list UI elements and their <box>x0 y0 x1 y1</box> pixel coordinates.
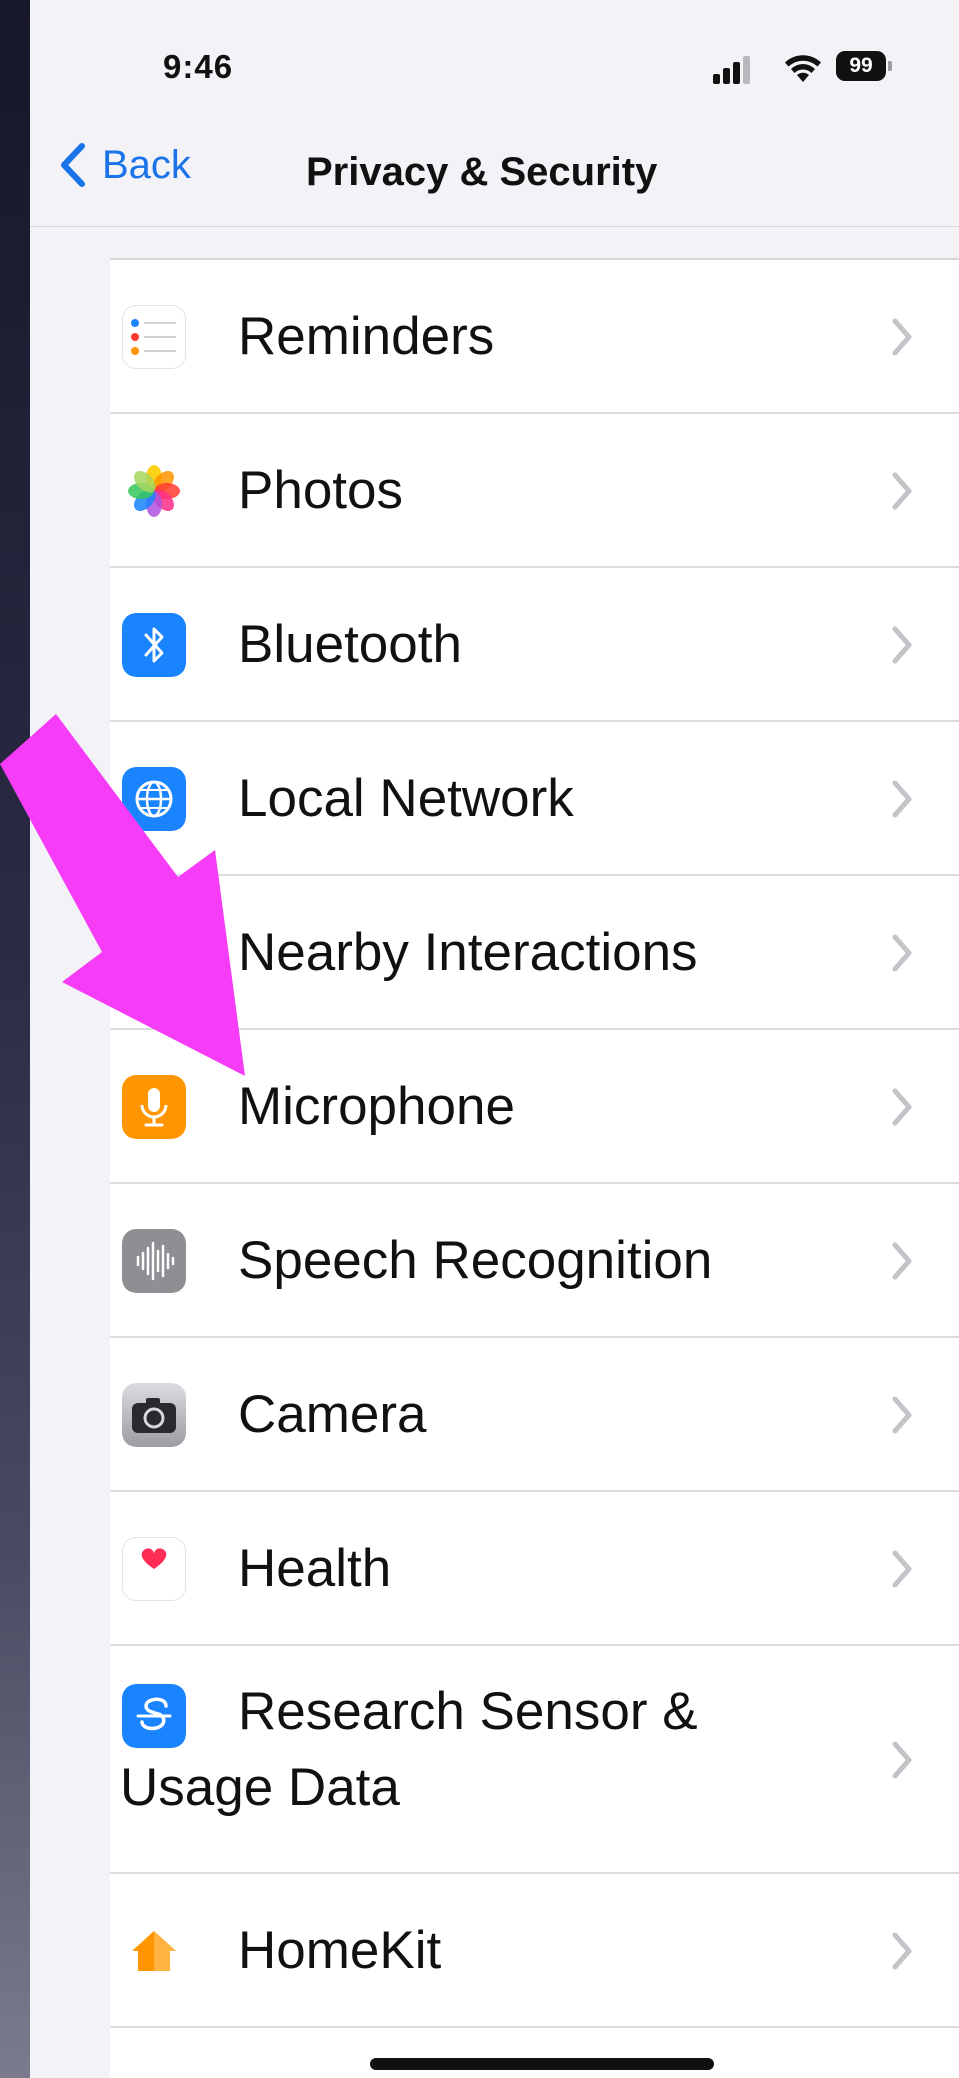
reminders-icon <box>122 305 186 369</box>
heart-icon <box>122 1537 186 1601</box>
page-title: Privacy & Security <box>306 150 658 194</box>
list-item-speech-recognition[interactable]: Speech Recognition <box>110 1184 959 1338</box>
chevron-right-icon <box>892 626 912 664</box>
cellular-signal-icon <box>713 54 753 84</box>
back-button[interactable]: Back <box>56 140 191 190</box>
chevron-right-icon <box>892 1932 912 1970</box>
navigation-bar: Back Privacy & Security <box>30 130 959 227</box>
camera-icon <box>122 1383 186 1447</box>
list-item-research-sensor[interactable]: Research Sensor & Usage Data <box>110 1646 959 1874</box>
microphone-icon <box>122 1075 186 1139</box>
list-item-health[interactable]: Health <box>110 1492 959 1646</box>
back-label: Back <box>102 142 191 187</box>
list-item-reminders[interactable]: Reminders <box>110 260 959 414</box>
waveform-icon <box>122 1229 186 1293</box>
home-indicator <box>370 2058 714 2070</box>
list-item-bluetooth[interactable]: Bluetooth <box>110 568 959 722</box>
chevron-right-icon <box>892 318 912 356</box>
chevron-right-icon <box>892 1396 912 1434</box>
list-item-label: Research Sensor & Usage Data <box>120 1682 698 1817</box>
photos-icon <box>122 459 186 523</box>
bluetooth-icon <box>122 613 186 677</box>
wifi-icon <box>785 55 821 82</box>
list-item-label: Bluetooth <box>238 615 462 674</box>
nearby-interactions-icon <box>122 921 186 985</box>
chevron-right-icon <box>892 934 912 972</box>
list-item-local-network[interactable]: Local Network <box>110 722 959 876</box>
list-item-label: Reminders <box>238 307 495 366</box>
status-bar: 9:46 99 <box>30 0 959 130</box>
list-item-label: Local Network <box>238 769 574 828</box>
list-item-camera[interactable]: Camera <box>110 1338 959 1492</box>
separator <box>110 2026 959 2028</box>
battery-icon: 99 <box>836 51 892 81</box>
status-time: 9:46 <box>163 48 234 85</box>
chevron-right-icon <box>892 1088 912 1126</box>
list-item-nearby-interactions[interactable]: Nearby Interactions <box>110 876 959 1030</box>
list-item-label: Camera <box>238 1385 427 1444</box>
list-item-label: Photos <box>238 461 404 520</box>
list-item-label: Speech Recognition <box>238 1231 713 1290</box>
list-item-label: HomeKit <box>238 1921 442 1980</box>
chevron-left-icon <box>61 143 85 187</box>
chevron-right-icon <box>892 1741 912 1779</box>
list-item-photos[interactable]: Photos <box>110 414 959 568</box>
list-item-microphone[interactable]: Microphone <box>110 1030 959 1184</box>
chevron-right-icon <box>892 472 912 510</box>
phone-screen: 9:46 99 Back Privacy & Security Reminder… <box>30 0 959 2078</box>
globe-icon <box>122 767 186 831</box>
list-item-label: Health <box>238 1539 392 1598</box>
privacy-list: Reminders Photos Bluetooth Local Network… <box>110 258 959 2078</box>
chevron-right-icon <box>892 1242 912 1280</box>
chevron-right-icon <box>892 1550 912 1588</box>
chevron-right-icon <box>892 780 912 818</box>
list-item-label: Nearby Interactions <box>238 923 698 982</box>
home-icon <box>122 1919 186 1983</box>
list-item-label: Microphone <box>238 1077 515 1136</box>
list-item-homekit[interactable]: HomeKit <box>110 1874 959 2028</box>
